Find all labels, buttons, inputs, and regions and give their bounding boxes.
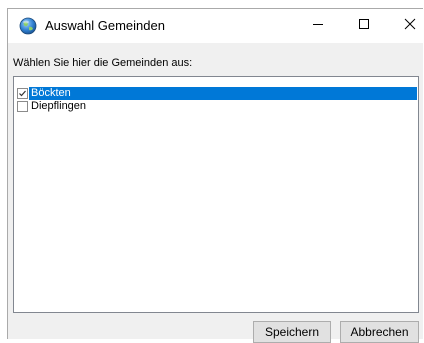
minimize-button[interactable] <box>295 9 341 43</box>
dialog-window: Auswahl Gemeinden Wählen Sie hier die Ge… <box>7 8 424 343</box>
list-item[interactable]: Böckten <box>15 87 417 100</box>
instruction-label: Wählen Sie hier die Gemeinden aus: <box>13 57 193 69</box>
municipality-checklist[interactable]: Böckten Diepflingen <box>13 76 419 313</box>
list-item[interactable]: Diepflingen <box>15 100 417 113</box>
title-bar[interactable]: Auswahl Gemeinden <box>8 9 424 43</box>
maximize-icon <box>358 17 370 35</box>
list-item-label: Böckten <box>29 87 417 100</box>
checkbox[interactable] <box>17 88 28 99</box>
close-button[interactable] <box>387 9 424 43</box>
window-title: Auswahl Gemeinden <box>45 18 165 33</box>
maximize-button[interactable] <box>341 9 387 43</box>
globe-icon <box>19 17 37 35</box>
minimize-icon <box>312 17 324 35</box>
checkbox[interactable] <box>17 101 28 112</box>
close-icon <box>404 17 416 35</box>
list-item-label: Diepflingen <box>31 100 87 112</box>
checkmark-icon <box>19 90 26 97</box>
